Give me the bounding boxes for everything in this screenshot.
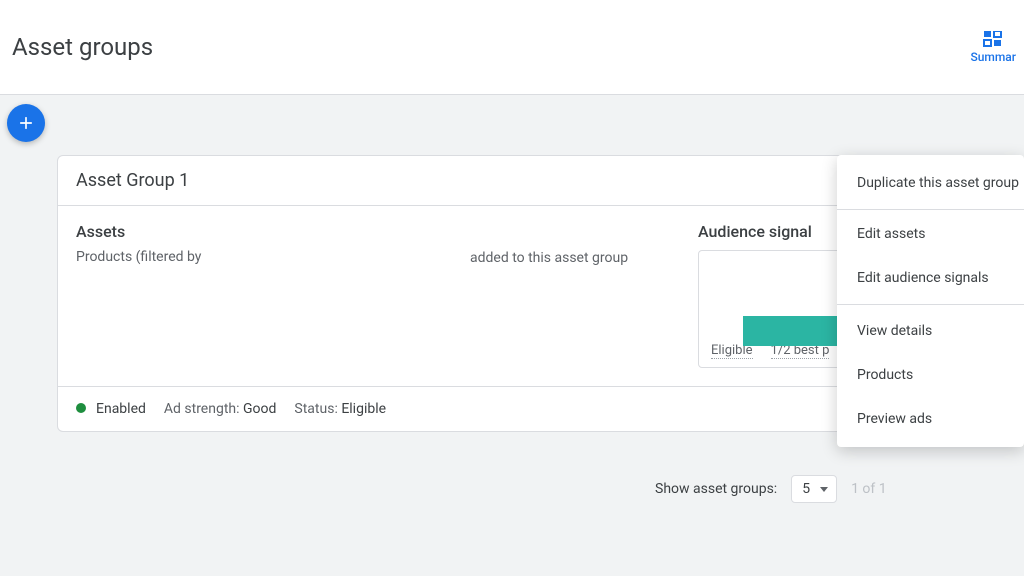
menu-preview-ads[interactable]: Preview ads bbox=[837, 397, 1024, 441]
menu-view-details[interactable]: View details bbox=[837, 309, 1024, 353]
status-dot-icon bbox=[76, 403, 86, 413]
summary-toggle[interactable]: Summar bbox=[970, 31, 1016, 64]
status-label: Status: bbox=[294, 401, 337, 417]
menu-separator bbox=[837, 304, 1024, 305]
show-groups-value: 5 bbox=[802, 481, 810, 497]
add-asset-group-button[interactable] bbox=[7, 104, 45, 142]
ad-strength: Ad strength: Good bbox=[164, 401, 277, 417]
menu-duplicate[interactable]: Duplicate this asset group bbox=[837, 161, 1024, 205]
page-header: Asset groups Summar bbox=[0, 0, 1024, 95]
audience-signal-heading: Audience signal bbox=[698, 222, 812, 241]
plus-icon bbox=[16, 113, 36, 133]
show-groups-select[interactable]: 5 bbox=[791, 475, 837, 503]
page-title: Asset groups bbox=[12, 33, 153, 61]
status: Status: Eligible bbox=[294, 401, 386, 417]
menu-edit-assets[interactable]: Edit assets bbox=[837, 212, 1024, 256]
status-indicator: Enabled bbox=[76, 401, 146, 417]
ad-strength-label: Ad strength: bbox=[164, 401, 240, 417]
ad-strength-value: Good bbox=[243, 401, 276, 417]
summary-grid-icon bbox=[983, 31, 1003, 50]
asset-group-context-menu: Duplicate this asset group Edit assets E… bbox=[837, 155, 1024, 447]
show-asset-groups-control: Show asset groups: 5 1 of 1 bbox=[655, 475, 887, 503]
menu-products[interactable]: Products bbox=[837, 353, 1024, 397]
assets-line-part1: Products (filtered by bbox=[76, 249, 201, 265]
show-groups-label: Show asset groups: bbox=[655, 481, 777, 497]
status-value: Eligible bbox=[341, 401, 386, 417]
body-area: Asset Group 1 Preview ads Assets Product… bbox=[0, 95, 1024, 576]
menu-edit-audience-signals[interactable]: Edit audience signals bbox=[837, 256, 1024, 300]
enabled-label: Enabled bbox=[96, 401, 146, 417]
page-info: 1 of 1 bbox=[851, 481, 887, 497]
summary-label: Summar bbox=[970, 50, 1016, 64]
assets-line-part2: added to this asset group bbox=[470, 250, 628, 266]
menu-separator bbox=[837, 209, 1024, 210]
asset-group-title: Asset Group 1 bbox=[76, 170, 189, 191]
